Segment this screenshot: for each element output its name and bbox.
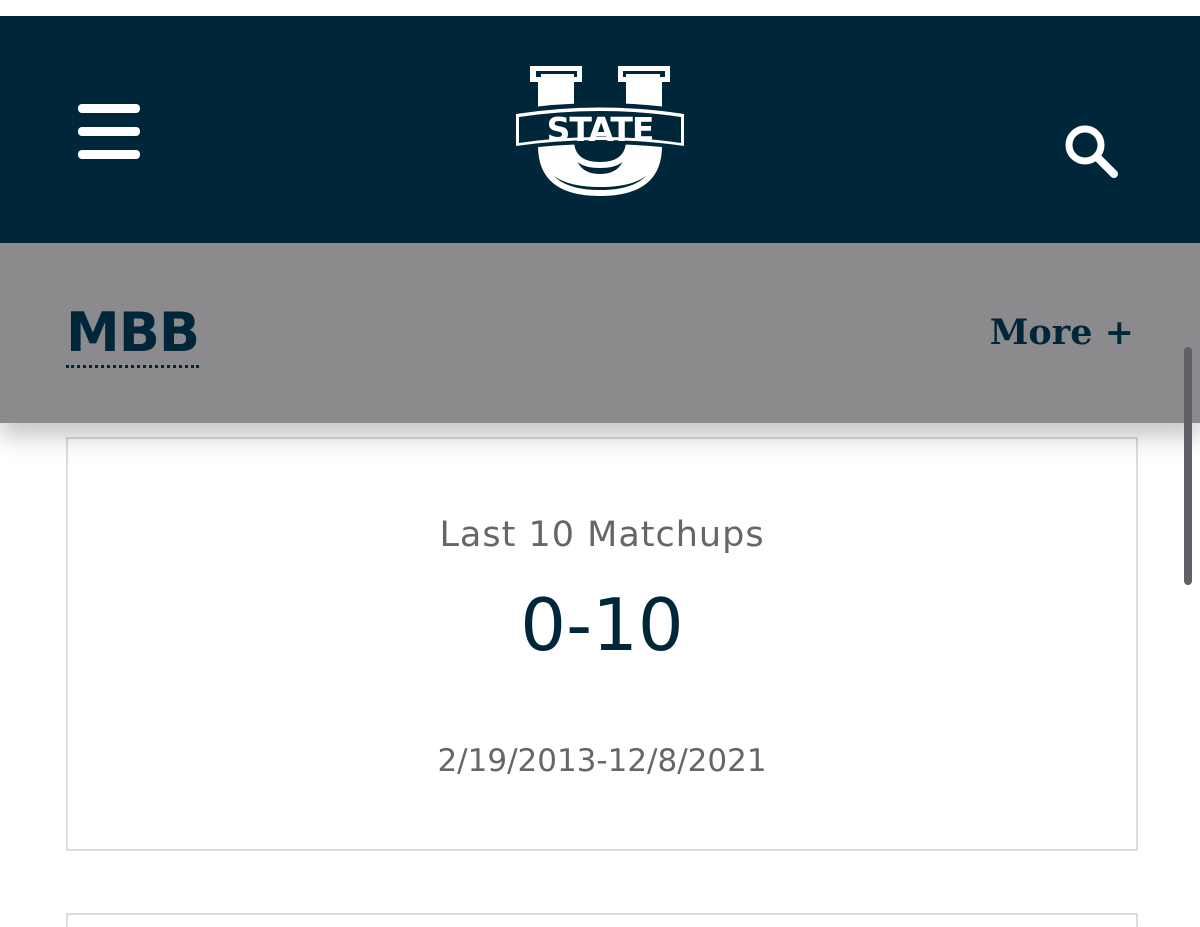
matchup-label: Last 10 Matchups <box>439 515 765 555</box>
scrollbar-thumb[interactable] <box>1184 347 1192 585</box>
logo-text: STATE <box>547 110 654 149</box>
matchup-record: 0-10 <box>520 583 684 667</box>
usu-logo[interactable]: STATE <box>508 62 692 198</box>
site-header: STATE <box>0 16 1200 243</box>
hamburger-menu-icon[interactable] <box>78 104 142 160</box>
matchup-date-range: 2/19/2013-12/8/2021 <box>437 743 767 779</box>
menu-bar-middle <box>78 127 140 136</box>
top-strip <box>0 0 1200 16</box>
next-card <box>66 913 1138 927</box>
sport-title-mbb[interactable]: MBB <box>66 303 200 368</box>
page: STATE MBB More + Last 10 Matchups 0-10 2… <box>0 0 1200 927</box>
menu-bar-bottom <box>78 150 140 159</box>
more-menu-button[interactable]: More + <box>990 312 1134 354</box>
menu-bar-top <box>78 104 140 113</box>
matchup-card: Last 10 Matchups 0-10 2/19/2013-12/8/202… <box>66 437 1138 851</box>
search-icon[interactable] <box>1060 120 1122 182</box>
